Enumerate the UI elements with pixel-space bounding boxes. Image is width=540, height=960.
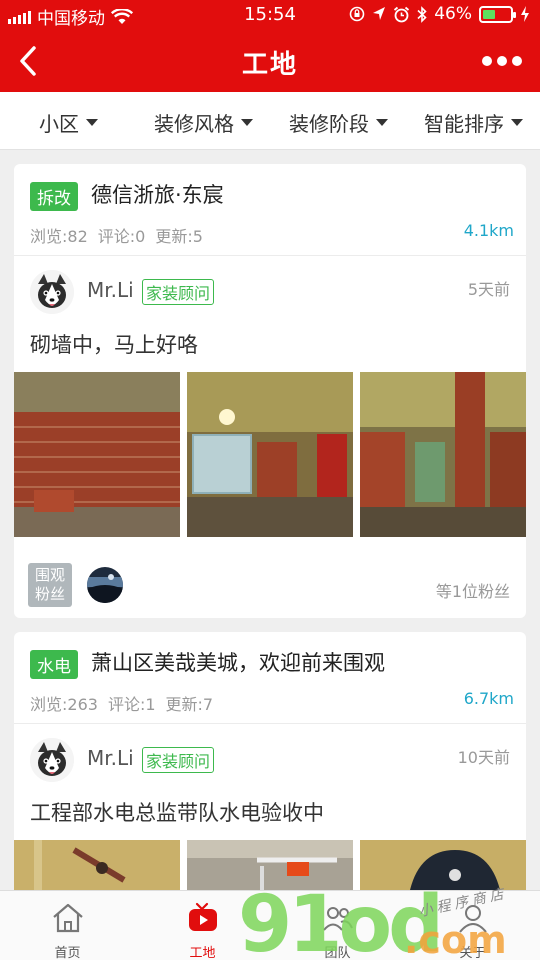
avatar[interactable] xyxy=(30,738,74,782)
site-card-header[interactable]: 水电 萧山区美哉美城，欢迎前来围观 浏览:263 评论:1 更新:7 6.7km xyxy=(14,632,526,724)
site-card[interactable]: 水电 萧山区美哉美城，欢迎前来围观 浏览:263 评论:1 更新:7 6.7km… xyxy=(14,632,526,890)
post-time: 10天前 xyxy=(457,748,510,767)
tab-label: 首页 xyxy=(54,946,81,960)
fans-count: 等1位粉丝 xyxy=(435,582,510,601)
status-bar: 中国移动 15:54 46% xyxy=(0,0,540,30)
post-text: 砌墙中，马上好咯 xyxy=(30,333,198,357)
role-badge: 家装顾问 xyxy=(142,747,215,773)
post-photo[interactable] xyxy=(360,372,526,537)
rotation-lock-icon xyxy=(349,6,365,22)
caret-down-icon xyxy=(376,119,388,126)
stage-tag: 水电 xyxy=(30,650,78,679)
distance: 6.7km xyxy=(463,689,514,708)
role-badge: 家装顾问 xyxy=(142,279,215,305)
battery-percent: 46% xyxy=(434,4,472,24)
charging-icon xyxy=(521,6,529,22)
views-count: 浏览:263 xyxy=(30,695,98,714)
filter-sort[interactable]: 智能排序 xyxy=(424,108,523,137)
filter-label: 智能排序 xyxy=(424,112,504,136)
comments-count: 评论:1 xyxy=(107,695,156,714)
nav-bar: 工地 xyxy=(0,30,540,92)
battery-icon xyxy=(479,5,516,23)
site-title: 德信浙旅·东宸 xyxy=(91,183,224,207)
author-name: Mr.Li xyxy=(87,278,134,302)
post-time: 5天前 xyxy=(467,280,510,299)
filter-label: 装修阶段 xyxy=(289,112,369,136)
post-text: 工程部水电总监带队水电验收中 xyxy=(30,801,324,825)
comments-count: 评论:0 xyxy=(97,227,146,246)
distance: 4.1km xyxy=(463,221,514,240)
filter-stage[interactable]: 装修阶段 xyxy=(289,108,388,137)
caret-down-icon xyxy=(86,119,98,126)
filter-community[interactable]: 小区 xyxy=(39,108,98,137)
site-card[interactable]: 拆改 德信浙旅·东宸 浏览:82 评论:0 更新:5 4.1km Mr.Li 家… xyxy=(14,164,526,618)
avatar[interactable] xyxy=(30,270,74,314)
badge-line: 围观 xyxy=(34,566,65,584)
post-photo[interactable] xyxy=(14,372,180,537)
views-count: 浏览:82 xyxy=(30,227,88,246)
author-name: Mr.Li xyxy=(87,746,134,770)
filter-style[interactable]: 装修风格 xyxy=(154,108,253,137)
updates-count: 更新:5 xyxy=(155,227,203,246)
filter-label: 小区 xyxy=(39,112,79,136)
site-card-header[interactable]: 拆改 德信浙旅·东宸 浏览:82 评论:0 更新:5 4.1km xyxy=(14,164,526,256)
watch-fans-badge: 围观 粉丝 xyxy=(28,563,72,607)
page-title: 工地 xyxy=(241,50,298,80)
badge-line: 粉丝 xyxy=(34,585,65,603)
location-icon xyxy=(373,7,386,20)
bluetooth-icon xyxy=(417,5,427,23)
site-stats: 浏览:263 评论:1 更新:7 xyxy=(30,691,213,715)
fan-avatar[interactable] xyxy=(87,567,123,603)
tab-home[interactable]: 首页 xyxy=(0,891,135,960)
watermark-domain: .com xyxy=(404,918,507,960)
tv-play-icon xyxy=(188,902,217,931)
updates-count: 更新:7 xyxy=(165,695,214,714)
caret-down-icon xyxy=(511,119,523,126)
home-icon xyxy=(52,903,83,933)
filter-bar: 小区 装修风格 装修阶段 智能排序 xyxy=(0,92,540,150)
more-dots-icon[interactable] xyxy=(482,56,522,66)
post[interactable]: Mr.Li 家装顾问 5天前 砌墙中，马上好咯 围观 粉丝 等1位粉丝 xyxy=(14,256,526,618)
filter-label: 装修风格 xyxy=(154,112,234,136)
post[interactable]: Mr.Li 家装顾问 10天前 工程部水电总监带队水电验收中 xyxy=(14,724,526,890)
post-photo[interactable] xyxy=(187,372,353,537)
caret-down-icon xyxy=(241,119,253,126)
alarm-icon xyxy=(394,6,410,22)
site-title: 萧山区美哉美城，欢迎前来围观 xyxy=(91,651,385,675)
post-photo[interactable] xyxy=(14,840,180,890)
stage-tag: 拆改 xyxy=(30,182,78,211)
site-stats: 浏览:82 评论:0 更新:5 xyxy=(30,223,203,247)
